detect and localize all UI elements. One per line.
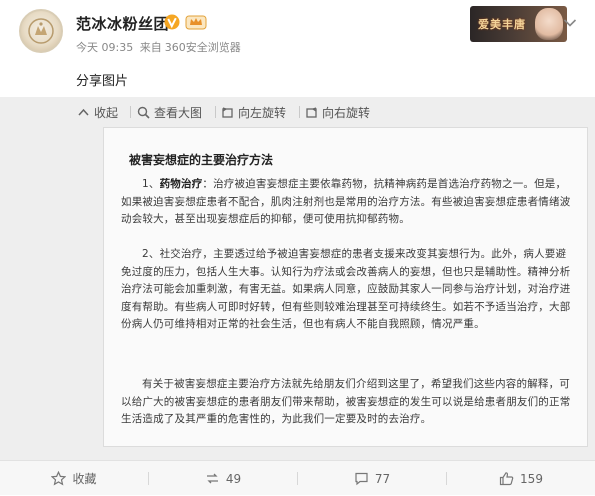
rotate-right-icon bbox=[306, 106, 317, 118]
rotate-right-label: 向右旋转 bbox=[322, 105, 371, 120]
toolbar-divider bbox=[299, 106, 300, 118]
like-count: 159 bbox=[520, 471, 543, 486]
toolbar-divider bbox=[130, 106, 131, 118]
post-text: 分享图片 bbox=[76, 74, 129, 89]
image-paragraph-2: 2、社交治疗，主要透过给予被迫害妄想症的患者支援来改变其妄想行为。此外，病人要避… bbox=[121, 248, 571, 330]
image-title: 被害妄想症的主要治疗方法 bbox=[129, 153, 274, 167]
repost-icon bbox=[206, 473, 218, 484]
view-large-button[interactable]: 查看大图 bbox=[137, 104, 202, 120]
view-large-label: 查看大图 bbox=[154, 105, 203, 120]
comment-icon bbox=[355, 472, 368, 486]
collapse-button[interactable]: 收起 bbox=[77, 104, 118, 120]
media-panel: 收起 查看大图 向左旋转 向右旋转 被害妄想症的主要治疗方法 1、药物治疗：治疗… bbox=[0, 97, 595, 460]
thumbs-up-icon bbox=[499, 472, 514, 486]
star-icon bbox=[51, 471, 67, 486]
post-source[interactable]: 360安全浏览器 bbox=[165, 41, 241, 54]
collapse-label: 收起 bbox=[94, 105, 119, 120]
shared-image[interactable]: 被害妄想症的主要治疗方法 1、药物治疗：治疗被迫害妄想症主要依靠药物，抗精神病药… bbox=[103, 127, 588, 447]
vip-crown-icon[interactable] bbox=[185, 13, 207, 30]
banner-text: 爱美丰唐 bbox=[478, 18, 526, 31]
favorite-button[interactable]: 收藏 bbox=[0, 461, 148, 496]
like-button[interactable]: 159 bbox=[447, 461, 595, 496]
rotate-left-button[interactable]: 向左旋转 bbox=[221, 104, 286, 120]
author-name[interactable]: 范冰冰粉丝团 bbox=[76, 13, 169, 34]
chevron-down-icon[interactable] bbox=[563, 18, 577, 28]
favorite-label: 收藏 bbox=[72, 472, 97, 486]
image-paragraph-3: 有关于被害妄想症主要治疗方法就先给朋友们介绍到这里了，希望我们这些内容的解释，可… bbox=[121, 378, 571, 425]
rotate-right-button[interactable]: 向右旋转 bbox=[305, 104, 370, 120]
action-bar: 收藏 49 77 159 bbox=[0, 460, 595, 495]
source-prefix: 来自 bbox=[139, 41, 162, 54]
magnify-icon bbox=[137, 106, 150, 119]
media-toolbar: 收起 查看大图 向左旋转 向右旋转 bbox=[0, 97, 595, 127]
repost-button[interactable]: 49 bbox=[149, 461, 297, 496]
author-avatar[interactable] bbox=[19, 9, 63, 53]
verified-v-icon bbox=[164, 14, 180, 30]
rotate-left-label: 向左旋转 bbox=[238, 105, 287, 120]
comment-button[interactable]: 77 bbox=[298, 461, 446, 496]
crest-icon bbox=[28, 18, 54, 44]
toolbar-divider bbox=[215, 106, 216, 118]
image-paragraph-1: 1、药物治疗：治疗被迫害妄想症主要依靠药物，抗精神病药是首选治疗药物之一。但是，… bbox=[121, 176, 576, 229]
p1-prefix: 1、 bbox=[142, 178, 160, 190]
post-header: 范冰冰粉丝团 今天 09:35 来自 360安全浏览器 分享图片 爱美丰唐 bbox=[0, 0, 595, 97]
collapse-up-icon bbox=[78, 108, 89, 116]
promo-banner[interactable]: 爱美丰唐 bbox=[470, 6, 567, 42]
banner-portrait bbox=[535, 8, 563, 40]
post-meta: 今天 09:35 来自 360安全浏览器 bbox=[76, 39, 244, 55]
post-time[interactable]: 今天 09:35 bbox=[76, 41, 133, 54]
rotate-left-icon bbox=[222, 106, 233, 118]
p1-label: 药物治疗 bbox=[159, 178, 203, 190]
repost-count: 49 bbox=[225, 471, 242, 486]
comment-count: 77 bbox=[374, 471, 391, 486]
